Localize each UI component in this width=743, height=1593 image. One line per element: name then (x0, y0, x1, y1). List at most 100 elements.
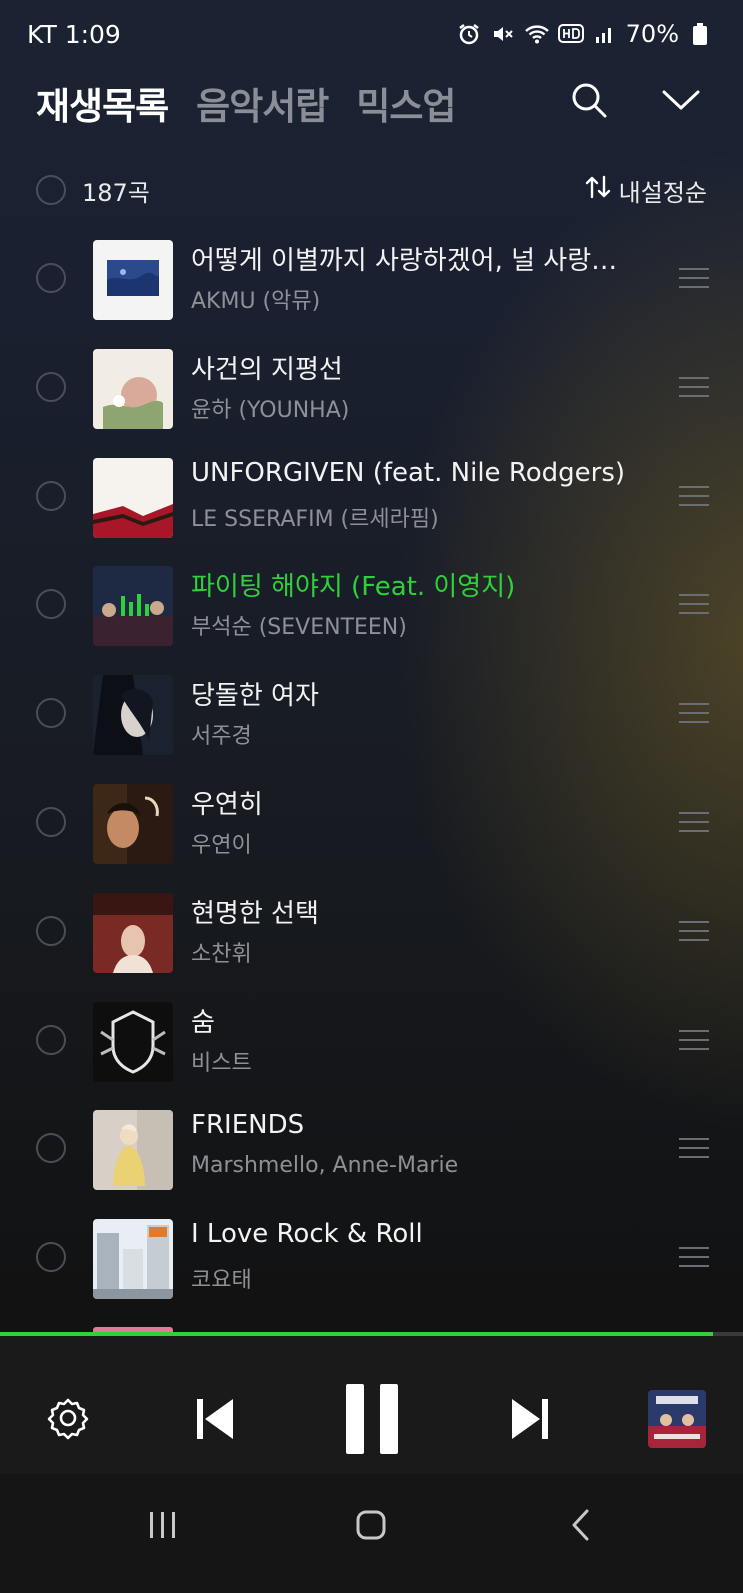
track-checkbox[interactable] (36, 698, 66, 729)
signal-icon (592, 21, 618, 47)
track-title: 사건의 지평선 (191, 354, 343, 385)
track-checkbox[interactable] (36, 806, 66, 837)
pause-icon (344, 1382, 400, 1460)
track-artist: 코요태 (191, 1268, 252, 1294)
drag-handle-icon[interactable] (679, 268, 709, 290)
track-artist: 우연이 (191, 832, 252, 858)
next-button[interactable] (508, 1398, 552, 1444)
track-title: 당돌한 여자 (191, 681, 319, 712)
drag-handle-icon[interactable] (679, 1247, 709, 1269)
tab-bar: 재생목록 음악서랍 믹스업 (36, 76, 456, 130)
list-item[interactable]: 우연히 우연이 (0, 772, 743, 881)
collapse-button[interactable] (659, 80, 703, 124)
sort-button[interactable]: 내설정순 (585, 173, 707, 208)
drag-handle-icon[interactable] (679, 1029, 709, 1052)
home-button[interactable] (348, 1504, 394, 1550)
list-item[interactable]: 사건의 지평선 윤하 (YOUNHA) (0, 337, 743, 446)
hd-icon (557, 21, 584, 47)
tab-mixup[interactable]: 믹스업 (356, 76, 456, 130)
track-checkbox[interactable] (36, 480, 66, 511)
track-checkbox[interactable] (36, 371, 66, 402)
track-checkbox[interactable] (36, 915, 66, 946)
drag-handle-icon[interactable] (679, 703, 709, 725)
sort-icon (585, 175, 611, 205)
track-artist: 소찬휘 (191, 941, 252, 967)
drag-handle-icon[interactable] (679, 811, 709, 834)
wifi-icon (524, 21, 550, 47)
back-icon (569, 1508, 593, 1546)
now-playing-album-art[interactable] (648, 1390, 706, 1448)
back-button[interactable] (558, 1504, 604, 1550)
previous-icon (195, 1397, 235, 1445)
drag-handle-icon[interactable] (679, 485, 709, 508)
chevron-down-icon (661, 88, 701, 116)
settings-button[interactable] (46, 1398, 90, 1442)
clock: 1:09 (64, 19, 121, 49)
list-item[interactable]: 파이팅 해야지 (Feat. 이영지) 부석순 (SEVENTEEN) (0, 554, 743, 663)
album-art (93, 783, 173, 864)
track-artist: LE SSERAFIM (르세라핌) (191, 506, 439, 532)
list-item[interactable]: I Love Rock & Roll 코요태 (0, 1207, 743, 1316)
album-art (93, 1219, 173, 1300)
list-item[interactable]: UNFORGIVEN (feat. Nile Rodgers) LE SSERA… (0, 446, 743, 555)
track-checkbox[interactable] (36, 1024, 66, 1055)
recent-apps-button[interactable] (140, 1504, 186, 1550)
list-item[interactable]: 현명한 선택 소찬휘 (0, 881, 743, 990)
home-icon (355, 1509, 387, 1545)
search-icon (570, 81, 608, 123)
track-checkbox[interactable] (36, 589, 66, 620)
drag-handle-icon[interactable] (679, 1138, 709, 1160)
battery-percent: 70% (625, 20, 679, 48)
track-checkbox[interactable] (36, 1242, 66, 1273)
battery-icon (687, 21, 713, 47)
sort-label: 내설정순 (618, 178, 707, 207)
list-item[interactable]: FRIENDS Marshmello, Anne-Marie (0, 1098, 743, 1207)
select-all: 187곡 (36, 173, 150, 208)
track-title: 우연히 (191, 789, 263, 820)
album-art (93, 457, 173, 538)
track-artist: 서주경 (191, 724, 252, 750)
mute-icon (490, 21, 516, 47)
drag-handle-icon[interactable] (679, 376, 709, 399)
track-artist: Marshmello, Anne-Marie (191, 1153, 459, 1179)
list-item[interactable]: 당돌한 여자 서주경 (0, 663, 743, 772)
album-art (93, 240, 173, 320)
select-all-checkbox[interactable] (36, 175, 66, 205)
album-art (93, 892, 173, 973)
list-item[interactable]: 숨 비스트 (0, 990, 743, 1099)
track-title: FRIENDS (191, 1110, 305, 1141)
track-list: 어떻게 이별까지 사랑하겠어, 널 사랑하는 거지 AKMU (악뮤) 사건의 … (0, 228, 743, 1316)
track-title: 현명한 선택 (191, 898, 319, 929)
drag-handle-icon[interactable] (679, 920, 709, 943)
previous-button[interactable] (193, 1398, 237, 1444)
album-art (93, 348, 173, 429)
track-title: I Love Rock & Roll (191, 1219, 423, 1250)
track-checkbox[interactable] (36, 1133, 66, 1164)
system-nav-bar (0, 1474, 743, 1593)
carrier: KT (27, 19, 57, 49)
recent-apps-icon (147, 1510, 179, 1544)
track-artist: AKMU (악뮤) (191, 289, 321, 314)
track-checkbox[interactable] (36, 263, 66, 293)
album-art (93, 1110, 173, 1191)
track-count: 187곡 (82, 178, 150, 207)
alarm-icon (456, 21, 482, 47)
album-art (93, 1001, 173, 1082)
list-item[interactable]: 어떻게 이별까지 사랑하겠어, 널 사랑하는 거지 AKMU (악뮤) (0, 228, 743, 337)
tab-music-drawer[interactable]: 음악서랍 (196, 76, 329, 130)
track-artist: 비스트 (191, 1050, 252, 1076)
drag-handle-icon[interactable] (679, 594, 709, 616)
track-title: UNFORGIVEN (feat. Nile Rodgers) (191, 457, 626, 488)
next-icon (510, 1397, 550, 1445)
status-bar: KT 1:09 70% (27, 14, 713, 54)
status-left: KT 1:09 (27, 20, 121, 49)
tab-playlist[interactable]: 재생목록 (36, 76, 169, 130)
track-title: 파이팅 해야지 (Feat. 이영지) (191, 572, 516, 603)
playback-progress[interactable] (0, 1332, 743, 1336)
settings-icon (46, 1396, 90, 1444)
progress-fill (0, 1332, 714, 1336)
status-right: 70% (456, 20, 713, 48)
track-artist: 윤하 (YOUNHA) (191, 397, 350, 423)
pause-button[interactable] (343, 1384, 401, 1458)
search-button[interactable] (567, 80, 611, 124)
